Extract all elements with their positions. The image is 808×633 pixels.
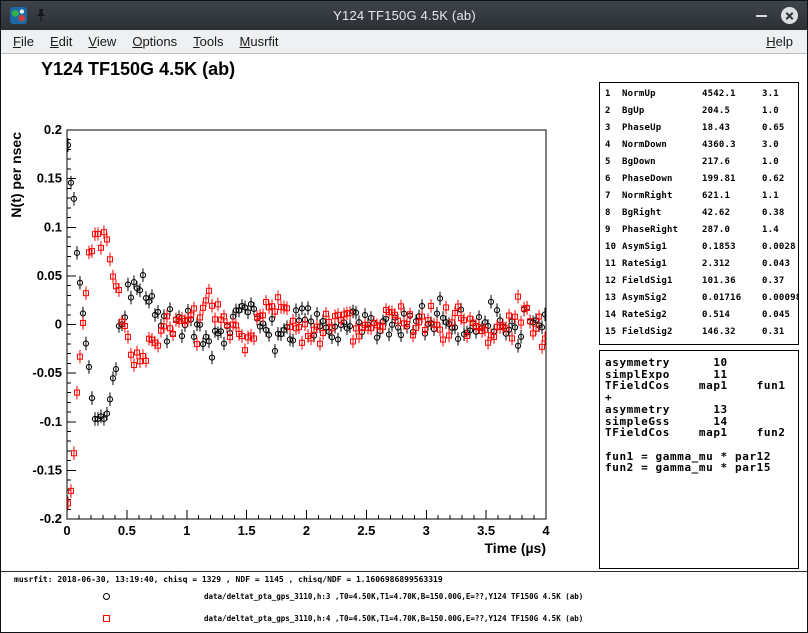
root-app-icon[interactable] xyxy=(10,7,27,24)
svg-text:-0.1: -0.1 xyxy=(40,414,62,429)
param-row: 5BgDown217.61.0 xyxy=(605,154,793,171)
svg-text:0.5: 0.5 xyxy=(118,523,136,538)
param-row: 9PhaseRight287.01.4 xyxy=(605,222,793,239)
legend-text: data/deltat_pta_gps_3110,h:3 ,T0=4.50K,T… xyxy=(204,592,583,601)
svg-text:2: 2 xyxy=(303,523,310,538)
svg-text:1.5: 1.5 xyxy=(238,523,256,538)
fit-parameter-box: 1NormUp4542.13.12BgUp204.51.03PhaseUp18.… xyxy=(599,82,799,345)
legend-row: data/deltat_pta_gps_3110,h:3 ,T0=4.50K,T… xyxy=(1,588,807,606)
plot-area[interactable]: 0 0.5 1 1.5 2 2.5 3 3.5 4 -0.2 -0.15 -0.1 -0.05 0 0.05… xyxy=(1,94,581,569)
param-row: 8BgRight42.620.38 xyxy=(605,205,793,222)
menu-item-view[interactable]: View xyxy=(80,32,124,51)
legend-square-marker-icon xyxy=(103,615,110,622)
fit-status-text: musrfit: 2018-06-30, 13:19:40, chisq = 1… xyxy=(14,575,443,584)
svg-text:0.1: 0.1 xyxy=(44,219,62,234)
svg-text:1: 1 xyxy=(183,523,190,538)
param-row: 1NormUp4542.13.1 xyxy=(605,86,793,103)
param-row: 13AsymSig20.017160.00098 xyxy=(605,290,793,307)
svg-text:-0.2: -0.2 xyxy=(40,511,62,526)
param-row: 3PhaseUp18.430.65 xyxy=(605,120,793,137)
menu-item-tools[interactable]: Tools xyxy=(185,32,231,51)
svg-text:2.5: 2.5 xyxy=(357,523,375,538)
param-row: 7NormRight621.11.1 xyxy=(605,188,793,205)
data-series-circle xyxy=(65,138,547,425)
legend-circle-marker-icon xyxy=(103,593,110,600)
minimize-icon[interactable] xyxy=(754,8,769,23)
param-row: 11RateSig12.3120.043 xyxy=(605,256,793,273)
svg-text:0: 0 xyxy=(63,523,70,538)
svg-text:3.5: 3.5 xyxy=(477,523,495,538)
param-row: 14RateSig20.5140.045 xyxy=(605,307,793,324)
pin-icon[interactable] xyxy=(35,8,47,23)
svg-text:4: 4 xyxy=(542,523,550,538)
svg-text:-0.05: -0.05 xyxy=(32,365,62,380)
menu-item-file[interactable]: File xyxy=(5,32,42,51)
param-row: 4NormDown4360.33.0 xyxy=(605,137,793,154)
svg-text:3: 3 xyxy=(423,523,430,538)
window-title: Y124 TF150G 4.5K (ab) xyxy=(55,8,754,23)
svg-text:Time (µs): Time (µs) xyxy=(485,540,547,556)
menu-item-options[interactable]: Options xyxy=(124,32,185,51)
menubar: FileEditViewOptionsToolsMusrfit Help xyxy=(1,30,807,54)
pad-separator xyxy=(1,571,807,572)
root-canvas[interactable]: Y124 TF150G 4.5K (ab) 0 0.5 1 1.5 2 2.5 3 3.5 4 -… xyxy=(1,54,807,632)
close-icon[interactable] xyxy=(781,7,798,24)
menu-items: FileEditViewOptionsToolsMusrfit xyxy=(5,32,287,51)
svg-text:0.2: 0.2 xyxy=(44,122,62,137)
svg-text:0: 0 xyxy=(55,317,62,332)
legend-text: data/deltat_pta_gps_3110,h:4 ,T0=4.50K,T… xyxy=(204,614,583,623)
param-row: 10AsymSig10.18530.0028 xyxy=(605,239,793,256)
data-series-square xyxy=(65,225,547,510)
theory-text: asymmetry 10 simplExpo 11 TFieldCos map1… xyxy=(605,357,793,474)
svg-text:-0.15: -0.15 xyxy=(32,462,62,477)
axes-ticks xyxy=(67,130,546,519)
plot-title: Y124 TF150G 4.5K (ab) xyxy=(41,59,235,80)
window-controls xyxy=(754,7,798,24)
titlebar[interactable]: Y124 TF150G 4.5K (ab) xyxy=(1,1,807,30)
menu-item-help[interactable]: Help xyxy=(756,32,803,51)
param-row: 15FieldSig2146.320.31 xyxy=(605,324,793,341)
theory-box: asymmetry 10 simplExpo 11 TFieldCos map1… xyxy=(599,350,799,569)
menu-item-musrfit[interactable]: Musrfit xyxy=(232,32,287,51)
svg-text:0.05: 0.05 xyxy=(37,268,62,283)
menu-item-edit[interactable]: Edit xyxy=(42,32,80,51)
param-row: 12FieldSig1101.360.37 xyxy=(605,273,793,290)
svg-text:0.15: 0.15 xyxy=(37,171,62,186)
param-row: 2BgUp204.51.0 xyxy=(605,103,793,120)
legend-row: data/deltat_pta_gps_3110,h:4 ,T0=4.50K,T… xyxy=(1,610,807,628)
application-window: Y124 TF150G 4.5K (ab) FileEditViewOption… xyxy=(0,0,808,633)
param-row: 6PhaseDown199.810.62 xyxy=(605,171,793,188)
svg-text:N(t) per nsec: N(t) per nsec xyxy=(8,132,24,218)
